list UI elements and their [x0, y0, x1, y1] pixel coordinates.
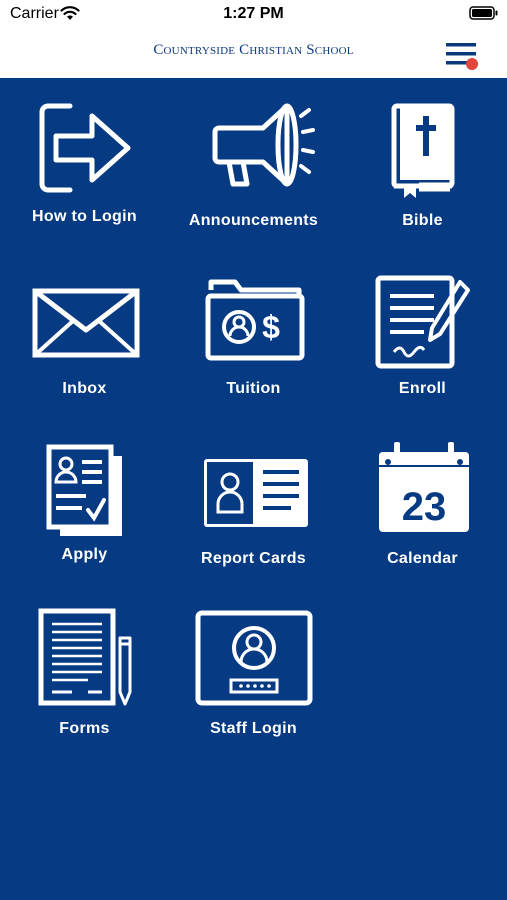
- main-grid: How to Login Announcements Bible Inbox $…: [0, 78, 507, 900]
- school-name: Countryside Christian School: [153, 42, 354, 58]
- tile-report-cards[interactable]: Report Cards: [169, 418, 338, 578]
- tile-announcements[interactable]: Announcements: [169, 78, 338, 238]
- tile-staff-login[interactable]: Staff Login: [169, 588, 338, 748]
- tile-forms[interactable]: Forms: [0, 588, 169, 748]
- tile-bible[interactable]: Bible: [338, 78, 507, 238]
- tile-apply[interactable]: Apply: [0, 418, 169, 578]
- tile-tuition[interactable]: $ Tuition: [169, 248, 338, 408]
- tile-label: Calendar: [387, 550, 458, 567]
- hamburger-menu-icon: [446, 43, 478, 70]
- tuition-folder-icon: $: [205, 279, 305, 361]
- tile-label: Announcements: [188, 212, 319, 229]
- envelope-icon: [32, 288, 140, 358]
- tile-inbox[interactable]: Inbox: [0, 248, 169, 408]
- enroll-document-icon: [375, 275, 470, 369]
- tile-label: Apply: [61, 546, 108, 563]
- tile-label: Forms: [59, 720, 110, 737]
- forms-pencil-icon: [38, 608, 132, 706]
- tile-label: Tuition: [226, 380, 281, 397]
- calendar-icon: 23: [379, 442, 469, 532]
- tile-label: Inbox: [62, 380, 107, 397]
- status-time: 1:27 PM: [223, 5, 284, 22]
- calendar-date: 23: [402, 485, 447, 529]
- menu-button[interactable]: [444, 38, 480, 74]
- app-header: Countryside Christian School: [0, 30, 507, 78]
- report-card-icon: [204, 459, 308, 527]
- battery-icon: [469, 6, 498, 20]
- tile-label: Enroll: [398, 380, 447, 397]
- tile-how-to-login[interactable]: How to Login: [0, 78, 169, 238]
- tile-label: Staff Login: [210, 720, 297, 737]
- bible-icon: [391, 103, 455, 198]
- tile-label: How to Login: [32, 208, 137, 225]
- tile-calendar[interactable]: 23 Calendar: [338, 418, 507, 578]
- status-bar: Carrier 1:27 PM: [0, 0, 507, 30]
- svg-text:$: $: [262, 309, 280, 345]
- tile-label: Report Cards: [201, 550, 306, 567]
- tile-label: Bible: [402, 212, 443, 229]
- login-arrow-icon: [39, 103, 131, 193]
- megaphone-icon: [212, 103, 315, 187]
- application-form-icon: [46, 444, 122, 536]
- staff-login-icon: [195, 610, 313, 706]
- tile-enroll[interactable]: Enroll: [338, 248, 507, 408]
